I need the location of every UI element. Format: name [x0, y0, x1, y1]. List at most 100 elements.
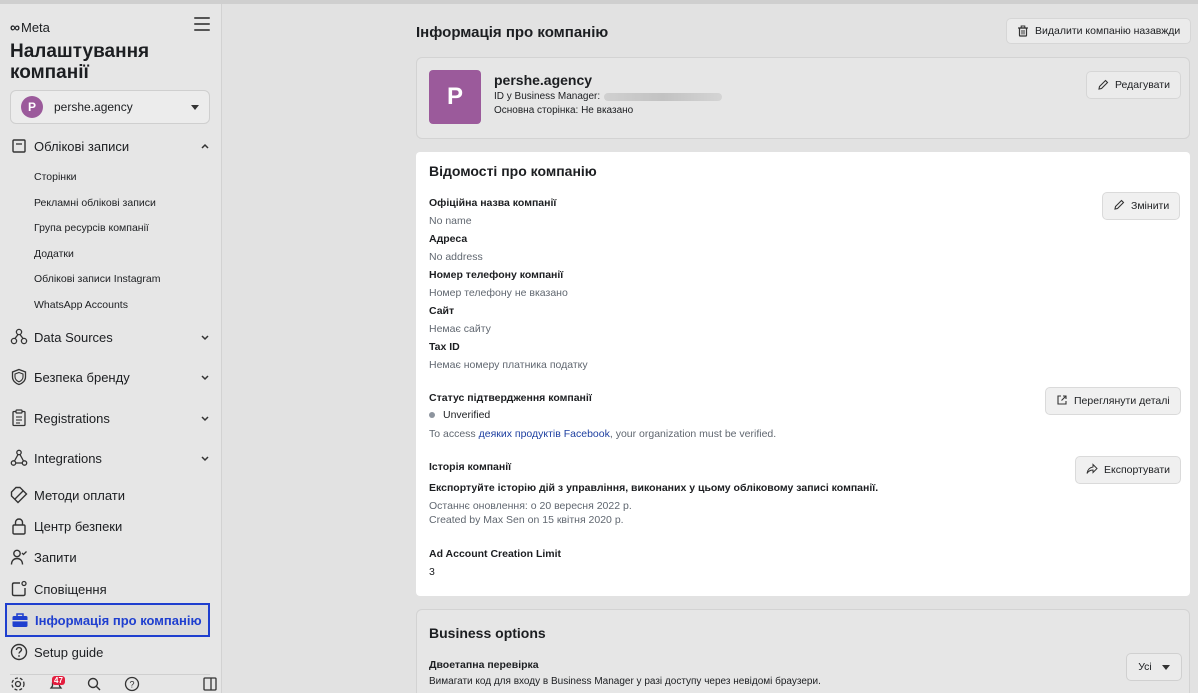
- account-selector[interactable]: P pershe.agency: [10, 90, 210, 124]
- ad-account-limit-label: Ad Account Creation Limit: [429, 548, 562, 560]
- facebook-products-link[interactable]: деяких продуктів Facebook: [479, 428, 610, 440]
- collapse-panel-icon[interactable]: [202, 676, 218, 693]
- company-details-card: Відомості про компанію Змінити Офіційна …: [416, 152, 1190, 596]
- sidebar-item-instagram-accounts[interactable]: Облікові записи Instagram: [34, 273, 160, 285]
- company-avatar: P: [429, 70, 481, 124]
- payment-tag-icon: [10, 486, 28, 504]
- change-details-button[interactable]: Змінити: [1102, 192, 1181, 220]
- sidebar: ∞ Meta Налаштування компанії P pershe.ag…: [0, 4, 222, 693]
- edit-company-button[interactable]: Редагувати: [1086, 71, 1181, 99]
- two-factor-select[interactable]: Усі: [1126, 653, 1182, 681]
- svg-text:?: ?: [129, 679, 134, 689]
- two-factor-description: Вимагати код для входу в Business Manage…: [429, 676, 821, 687]
- company-id-label: ID у Business Manager:: [494, 91, 601, 102]
- verification-label: Статус підтвердження компанії: [429, 392, 592, 404]
- change-details-label: Змінити: [1131, 200, 1170, 212]
- history-created: Created by Max Sen on 15 квітня 2020 р.: [429, 514, 624, 526]
- company-main-page: Основна сторінка: Не вказано: [494, 105, 634, 116]
- delete-company-label: Видалити компанію назавжди: [1035, 25, 1181, 37]
- chevron-up-icon: [200, 141, 210, 151]
- two-factor-label: Двоетапна перевірка: [429, 659, 539, 671]
- question-circle-icon: [10, 643, 28, 661]
- business-options-title: Business options: [429, 625, 546, 641]
- search-icon[interactable]: [86, 676, 102, 693]
- meta-brand-text: Meta: [20, 19, 50, 35]
- main-content: Інформація про компанію Видалити компані…: [223, 4, 1198, 693]
- history-headline: Експортуйте історію дій з управління, ви…: [429, 482, 879, 494]
- verification-status: Unverified: [429, 409, 490, 421]
- view-details-label: Переглянути деталі: [1074, 395, 1170, 407]
- sidebar-group-label: Data Sources: [34, 329, 113, 345]
- sidebar-item-label: Запити: [34, 549, 77, 565]
- phone-label: Номер телефону компанії: [429, 269, 564, 281]
- phone-value: Номер телефону не вказано: [429, 287, 568, 299]
- sidebar-group-integrations[interactable]: Integrations: [10, 448, 210, 468]
- sidebar-item-business-asset-groups[interactable]: Група ресурсів компанії: [34, 222, 149, 234]
- details-title: Відомості про компанію: [429, 163, 597, 179]
- briefcase-icon: [11, 611, 29, 629]
- sidebar-item-company-info[interactable]: Інформація про компанію: [5, 603, 210, 637]
- sidebar-item-label: Setup guide: [34, 644, 104, 660]
- legal-name-label: Офіційна назва компанії: [429, 197, 557, 209]
- address-label: Адреса: [429, 233, 468, 245]
- status-dot-icon: [429, 412, 435, 418]
- chevron-down-icon: [200, 372, 210, 382]
- share-arrow-icon: [1086, 462, 1098, 478]
- ad-account-limit-value: 3: [429, 566, 435, 578]
- sidebar-item-notifications[interactable]: Сповіщення: [10, 577, 210, 601]
- pencil-icon: [1113, 199, 1125, 214]
- history-updated: Останнє оновлення: о 20 вересня 2022 р.: [429, 500, 632, 512]
- sidebar-item-security-center[interactable]: Центр безпеки: [10, 514, 210, 538]
- sidebar-footer-toolbar: ?: [10, 676, 217, 693]
- page-title: Інформація про компанію: [416, 24, 609, 41]
- integrations-icon: [10, 449, 28, 467]
- data-sources-icon: [10, 328, 28, 346]
- chevron-down-icon: [200, 453, 210, 463]
- website-label: Сайт: [429, 305, 455, 317]
- chevron-down-icon: [200, 413, 210, 423]
- sidebar-group-registrations[interactable]: Registrations: [10, 408, 210, 428]
- sidebar-item-whatsapp-accounts[interactable]: WhatsApp Accounts: [34, 299, 128, 311]
- shield-icon: [10, 368, 28, 386]
- account-name: pershe.agency: [54, 100, 133, 114]
- external-link-icon: [1056, 394, 1068, 409]
- sidebar-item-payment-methods[interactable]: Методи оплати: [10, 483, 210, 507]
- access-suffix: , your organization must be verified.: [609, 428, 777, 440]
- sidebar-group-accounts[interactable]: Облікові записи: [10, 136, 210, 156]
- settings-gear-icon[interactable]: [10, 676, 26, 693]
- sidebar-item-label: Інформація про компанію: [35, 612, 202, 628]
- lock-icon: [10, 517, 28, 535]
- notification-count-badge: 47: [52, 676, 65, 685]
- sidebar-item-label: Сповіщення: [34, 581, 107, 597]
- meta-infinity-icon: ∞: [10, 19, 20, 35]
- sidebar-item-pages[interactable]: Сторінки: [34, 171, 77, 183]
- address-value: No address: [429, 251, 483, 263]
- sidebar-group-label: Integrations: [34, 450, 102, 466]
- meta-logo[interactable]: ∞ Meta: [10, 19, 50, 35]
- sidebar-title: Налаштування компанії: [10, 41, 150, 83]
- accounts-icon: [10, 137, 28, 155]
- caret-down-icon: [1161, 664, 1170, 670]
- company-summary-card: P pershe.agency ID у Business Manager: О…: [416, 57, 1190, 139]
- sidebar-item-apps[interactable]: Додатки: [34, 248, 74, 260]
- sidebar-group-brand-safety[interactable]: Безпека бренду: [10, 367, 210, 387]
- export-history-button[interactable]: Експортувати: [1075, 456, 1182, 484]
- hamburger-menu-icon[interactable]: [194, 17, 210, 31]
- help-icon[interactable]: ?: [124, 676, 140, 693]
- view-details-button[interactable]: Переглянути деталі: [1045, 387, 1181, 415]
- tax-id-label: Tax ID: [429, 341, 460, 353]
- edit-company-label: Редагувати: [1115, 79, 1170, 91]
- sidebar-item-ad-accounts[interactable]: Рекламні облікові записи: [34, 197, 156, 209]
- business-options-card: Business options Двоетапна перевірка Вим…: [416, 609, 1190, 693]
- company-name: pershe.agency: [494, 72, 593, 88]
- delete-company-button[interactable]: Видалити компанію назавжди: [1006, 18, 1192, 44]
- pencil-icon: [1097, 79, 1109, 91]
- sidebar-group-data-sources[interactable]: Data Sources: [10, 327, 210, 347]
- sidebar-item-requests[interactable]: Запити: [10, 545, 210, 569]
- sidebar-item-label: Методи оплати: [34, 487, 125, 503]
- account-avatar: P: [21, 96, 43, 118]
- sidebar-item-setup-guide[interactable]: Setup guide: [10, 640, 210, 664]
- sidebar-group-label: Облікові записи: [34, 138, 130, 154]
- redacted-id: [604, 92, 723, 101]
- clipboard-icon: [10, 409, 28, 427]
